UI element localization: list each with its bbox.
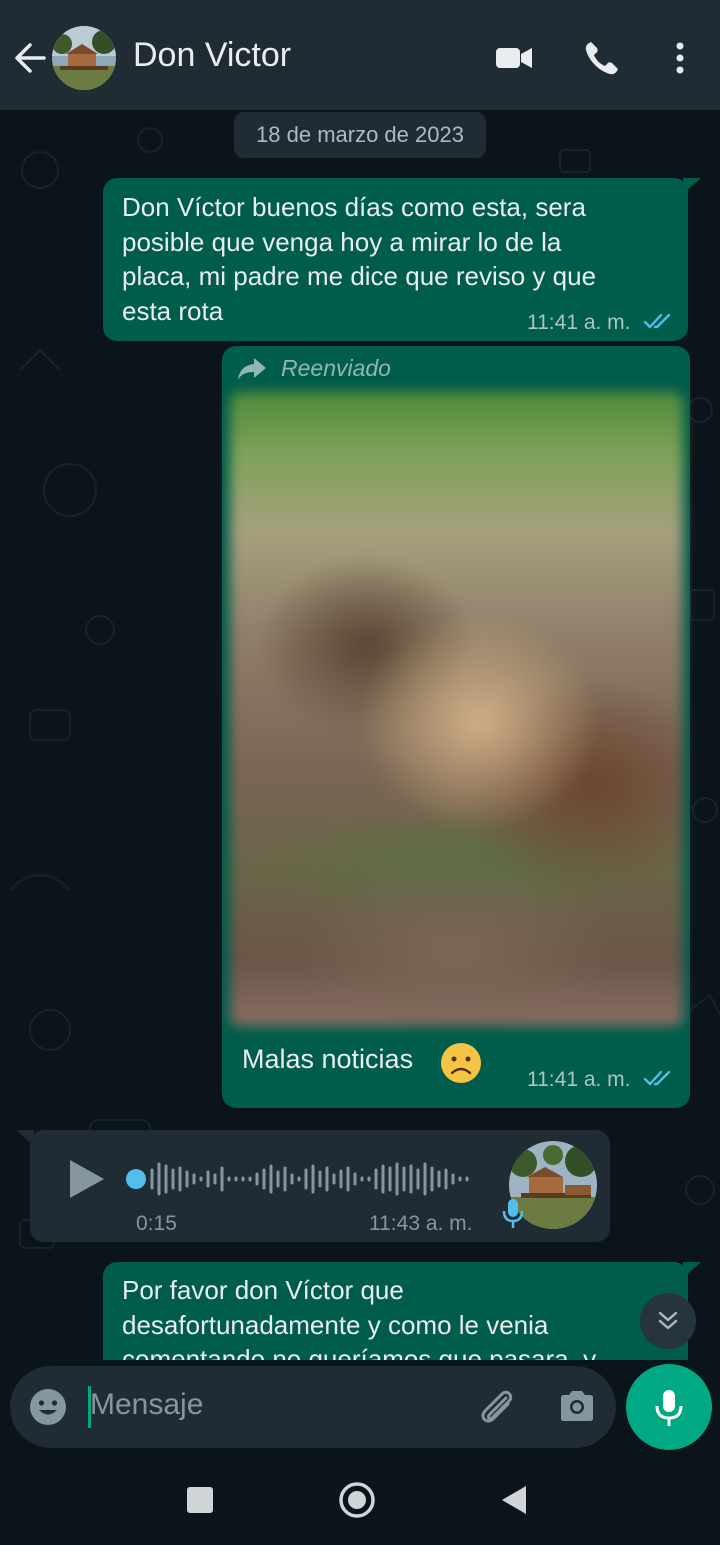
bubble-tail <box>683 1262 701 1278</box>
shared-image[interactable] <box>230 392 683 1026</box>
voice-call-icon[interactable] <box>582 38 622 78</box>
mic-indicator-icon <box>502 1199 524 1228</box>
voice-duration: 0:15 <box>136 1212 177 1235</box>
message-text: Don Víctor buenos días como esta, sera p… <box>122 192 597 326</box>
voice-waveform[interactable] <box>122 1158 474 1200</box>
home-icon[interactable] <box>338 1481 376 1519</box>
forward-icon <box>238 358 266 380</box>
image-caption: Malas noticias <box>242 1044 414 1074</box>
contact-avatar[interactable] <box>52 26 116 90</box>
chat-header: Don Victor <box>0 0 720 110</box>
read-ticks-icon <box>643 313 671 329</box>
more-options-icon[interactable] <box>660 38 700 78</box>
read-ticks-icon <box>643 1070 671 1086</box>
message-composer: Mensaje <box>10 1366 616 1448</box>
mic-icon <box>655 1390 683 1426</box>
attach-icon[interactable] <box>476 1386 520 1428</box>
message-time: 11:41 a. m. <box>527 1068 631 1091</box>
system-navigation-bar <box>0 1460 720 1545</box>
voice-record-button[interactable] <box>626 1364 712 1450</box>
bubble-tail <box>16 1130 34 1146</box>
double-chevron-down-icon <box>658 1311 678 1330</box>
contact-name[interactable]: Don Victor <box>133 36 291 75</box>
date-separator: 18 de marzo de 2023 <box>234 112 486 158</box>
scroll-to-bottom-button[interactable] <box>640 1293 696 1349</box>
video-call-icon[interactable] <box>494 38 534 78</box>
play-icon[interactable] <box>64 1156 108 1202</box>
camera-icon[interactable] <box>557 1388 597 1424</box>
emoji-icon[interactable] <box>28 1387 68 1427</box>
bubble-tail <box>683 178 701 194</box>
back-arrow-icon[interactable] <box>12 38 48 78</box>
message-input[interactable]: Mensaje <box>90 1388 203 1422</box>
recents-icon[interactable] <box>186 1486 214 1514</box>
message-time: 11:43 a. m. <box>369 1212 473 1235</box>
forwarded-label: Reenviado <box>281 355 391 381</box>
message-time: 11:41 a. m. <box>527 311 631 334</box>
back-nav-icon[interactable] <box>500 1484 528 1516</box>
sad-face-emoji-icon <box>441 1043 481 1083</box>
